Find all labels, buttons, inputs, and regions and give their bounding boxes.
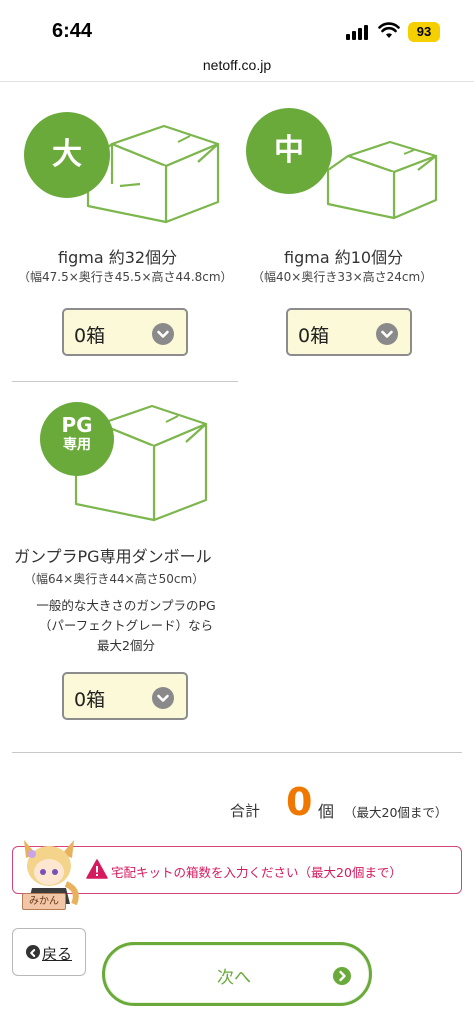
next-button[interactable]: 次へ — [102, 942, 372, 1006]
large-box-quantity-select[interactable]: 0箱 — [62, 308, 188, 356]
large-box-quantity-value: 0箱 — [74, 325, 106, 347]
chevron-down-icon — [152, 323, 174, 345]
total-max-note: （最大20個まで） — [344, 805, 448, 820]
total-unit: 個 — [318, 802, 335, 821]
large-box-title: figma 約32個分 — [58, 248, 178, 267]
medium-box-icon — [326, 140, 438, 220]
section-divider — [12, 752, 462, 753]
size-badge-medium: 中 — [246, 108, 332, 194]
status-bar: 6:44 93 — [0, 0, 474, 52]
chevron-down-icon — [152, 687, 174, 709]
pg-badge-label: PG — [61, 413, 93, 437]
total-number: 0 — [286, 780, 313, 824]
status-time: 6:44 — [52, 20, 93, 42]
back-button[interactable]: 戻る — [12, 928, 86, 976]
medium-box-dimensions: （幅40×奥行き33×高さ24cm） — [252, 270, 433, 284]
medium-box-quantity-value: 0箱 — [298, 325, 330, 347]
pg-box-dimensions: （幅64×奥行き44×高さ50cm） — [24, 572, 205, 586]
pg-box-title: ガンプラPG専用ダンボール — [14, 547, 212, 566]
size-badge-large: 大 — [24, 112, 110, 198]
back-button-label: 戻る — [42, 945, 73, 963]
pg-badge-sublabel: 専用 — [63, 437, 91, 453]
section-divider — [12, 381, 238, 382]
mascot-tag: みかん — [22, 893, 66, 910]
warning-icon — [86, 859, 108, 879]
battery-indicator: 93 — [408, 22, 440, 42]
chevron-left-icon — [26, 945, 40, 959]
medium-box-quantity-select[interactable]: 0箱 — [286, 308, 412, 356]
chevron-down-icon — [376, 323, 398, 345]
pg-desc-line: （パーフェクトグレード）なら — [38, 618, 214, 633]
large-box-dimensions: （幅47.5×奥行き45.5×高さ44.8cm） — [18, 270, 233, 284]
chevron-right-icon — [333, 967, 351, 985]
pg-exclusive-badge: PG 専用 — [40, 402, 114, 476]
pg-box-description: 一般的な大きさのガンプラのPG （パーフェクトグレード）なら 最大2個分 — [14, 596, 238, 656]
next-button-label: 次へ — [217, 968, 251, 988]
pg-desc-line: 一般的な大きさのガンプラのPG — [36, 598, 216, 613]
signal-icon — [346, 24, 370, 40]
total-label: 合計 — [230, 802, 261, 820]
pg-desc-line: 最大2個分 — [97, 638, 155, 653]
pg-box-quantity-value: 0箱 — [74, 689, 106, 711]
pg-box-quantity-select[interactable]: 0箱 — [62, 672, 188, 720]
alert-text: 宅配キットの箱数を入力ください（最大20個まで） — [111, 865, 402, 880]
wifi-icon — [378, 22, 400, 38]
medium-box-title: figma 約10個分 — [284, 248, 404, 267]
url-bar[interactable]: netoff.co.jp — [0, 52, 474, 82]
